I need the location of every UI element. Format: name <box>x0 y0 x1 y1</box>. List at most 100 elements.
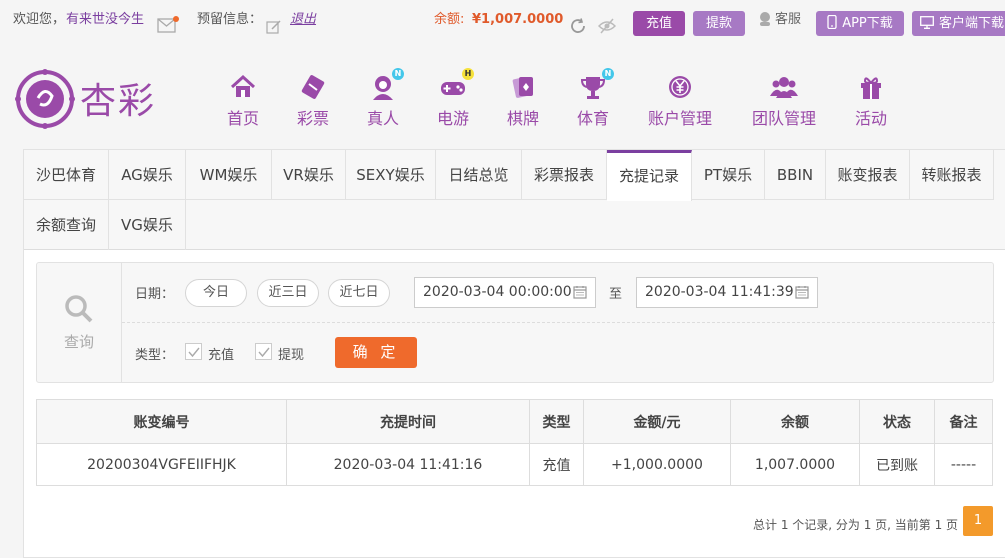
nav-live[interactable]: N 真人 <box>364 68 404 129</box>
hide-balance-icon[interactable] <box>597 12 617 34</box>
refresh-icon[interactable] <box>569 12 587 33</box>
cell-record-id: 20200304VGFEIIFHJK <box>36 443 287 486</box>
app-download-button[interactable]: APP下载 <box>816 11 904 36</box>
end-date-input[interactable]: 2020-03-04 11:41:39 <box>636 277 818 308</box>
client-download-label: 客户端下载 <box>938 16 1004 31</box>
nav-lottery[interactable]: 彩票 <box>294 72 332 129</box>
phone-icon <box>827 14 837 30</box>
logout-link[interactable]: 退出 <box>290 0 316 40</box>
tab-bbin[interactable]: BBIN <box>765 150 826 200</box>
cell-type: 充值 <box>529 443 584 486</box>
tab-vr[interactable]: VR娱乐 <box>272 150 346 200</box>
header-amount: 金额/元 <box>583 399 731 444</box>
query-section: 查询 <box>37 263 122 382</box>
tab-transfer-report[interactable]: 转账报表 <box>910 150 994 200</box>
cards-icon <box>508 72 538 102</box>
team-icon <box>769 72 799 102</box>
header-status: 状态 <box>859 399 935 444</box>
tab-balance-query[interactable]: 余额查询 <box>24 200 109 250</box>
nav-label: 活动 <box>854 109 887 128</box>
reserved-info-label: 预留信息： <box>197 12 263 27</box>
mail-icon[interactable] <box>157 11 179 33</box>
live-dealer-icon: N <box>368 68 404 102</box>
header-record-id: 账变编号 <box>36 399 287 444</box>
tab-pt[interactable]: PT娱乐 <box>692 150 765 200</box>
confirm-button[interactable]: 确 定 <box>335 337 417 368</box>
headset-icon <box>760 12 770 26</box>
gift-icon <box>856 72 886 102</box>
tab-wm[interactable]: WM娱乐 <box>186 150 272 200</box>
withdraw-checkbox[interactable] <box>255 343 272 360</box>
start-date-input[interactable]: 2020-03-04 00:00:00 <box>414 277 596 308</box>
gamepad-icon: H <box>438 68 474 102</box>
brand-name: 杏彩 <box>80 81 157 122</box>
nav-label: 首页 <box>226 109 259 128</box>
page-1-button[interactable]: 1 <box>963 506 993 536</box>
last-7-days-button[interactable]: 近七日 <box>328 279 390 307</box>
client-download-button[interactable]: 客户端下载 <box>912 11 1005 36</box>
filter-divider <box>122 322 995 323</box>
tab-ag[interactable]: AG娱乐 <box>109 150 186 200</box>
trophy-icon: N <box>578 68 614 102</box>
records-table: 账变编号 充提时间 类型 金额/元 余额 状态 备注 20200304VGFEI… <box>36 399 993 486</box>
report-tabs: 沙巴体育 AG娱乐 WM娱乐 VR娱乐 SEXY娱乐 日结总览 彩票报表 充提记… <box>24 150 1005 250</box>
edit-icon[interactable] <box>266 12 282 34</box>
nav-label: 棋牌 <box>506 109 539 128</box>
table-row: 20200304VGFEIIFHJK 2020-03-04 11:41:16 充… <box>36 443 993 486</box>
nav-sports[interactable]: N 体育 <box>574 68 614 129</box>
new-badge: N <box>392 68 404 80</box>
header-time: 充提时间 <box>286 399 530 444</box>
type-label: 类型： <box>135 348 175 363</box>
date-label: 日期： <box>135 287 175 302</box>
tab-daily-summary[interactable]: 日结总览 <box>436 150 522 200</box>
nav-label: 彩票 <box>296 109 329 128</box>
monitor-icon <box>920 16 934 29</box>
home-icon <box>228 72 258 102</box>
nav-home[interactable]: 首页 <box>224 72 262 129</box>
nav-chess-cards[interactable]: 棋牌 <box>504 72 542 129</box>
ticket-icon <box>298 72 328 102</box>
tab-vg[interactable]: VG娱乐 <box>109 200 186 250</box>
deposit-checkbox-label: 充值 <box>208 348 235 363</box>
start-date-value: 2020-03-04 00:00:00 <box>423 284 572 300</box>
tab-lottery-report[interactable]: 彩票报表 <box>522 150 607 200</box>
nav-egames[interactable]: H 电游 <box>434 68 474 129</box>
username[interactable]: 有来世没今生 <box>66 0 144 40</box>
cell-balance: 1,007.0000 <box>730 443 860 486</box>
pagination-summary: 总计 1 个记录, 分为 1 页, 当前第 1 页 <box>753 518 959 532</box>
nav-label: 账户管理 <box>647 109 712 128</box>
tab-account-change-report[interactable]: 账变报表 <box>826 150 910 200</box>
nav-label: 真人 <box>366 109 399 128</box>
balance-value: ¥1,007.0000 <box>472 12 564 27</box>
tab-saba-sports[interactable]: 沙巴体育 <box>24 150 109 200</box>
checkmark-icon <box>258 347 270 358</box>
balance-label: 余额: <box>434 12 465 27</box>
nav-team[interactable]: 团队管理 <box>749 72 819 129</box>
calendar-icon[interactable] <box>573 285 587 299</box>
nav-label: 团队管理 <box>751 109 816 128</box>
deposit-checkbox[interactable] <box>185 343 202 360</box>
withdraw-checkbox-label: 提现 <box>278 348 305 363</box>
nav-label: 体育 <box>576 109 609 128</box>
checkmark-icon <box>188 347 200 358</box>
today-button[interactable]: 今日 <box>185 279 247 307</box>
tab-deposit-withdraw-records[interactable]: 充提记录 <box>607 150 692 201</box>
withdraw-button[interactable]: 提款 <box>693 11 745 36</box>
nav-label: 电游 <box>436 109 469 128</box>
calendar-icon[interactable] <box>795 285 809 299</box>
deposit-button[interactable]: 充值 <box>633 11 685 36</box>
nav-account[interactable]: 账户管理 <box>645 72 715 129</box>
logo-emblem-icon <box>15 69 75 129</box>
tab-sexy[interactable]: SEXY娱乐 <box>346 150 436 200</box>
cell-time: 2020-03-04 11:41:16 <box>286 443 530 486</box>
top-bar: 欢迎您， 有来世没今生 预留信息： 退出 余额: ¥1,007.0000 充值 … <box>0 0 1005 40</box>
customer-service-button[interactable]: 客服 <box>757 0 801 40</box>
last-3-days-button[interactable]: 近三日 <box>257 279 319 307</box>
cell-amount: +1,000.0000 <box>583 443 731 486</box>
content-panel: 沙巴体育 AG娱乐 WM娱乐 VR娱乐 SEXY娱乐 日结总览 彩票报表 充提记… <box>23 149 1005 558</box>
hot-badge: H <box>462 68 474 80</box>
search-icon <box>65 295 93 323</box>
cell-status: 已到账 <box>859 443 935 486</box>
date-range-separator: 至 <box>609 287 623 302</box>
nav-promotions[interactable]: 活动 <box>852 72 890 129</box>
